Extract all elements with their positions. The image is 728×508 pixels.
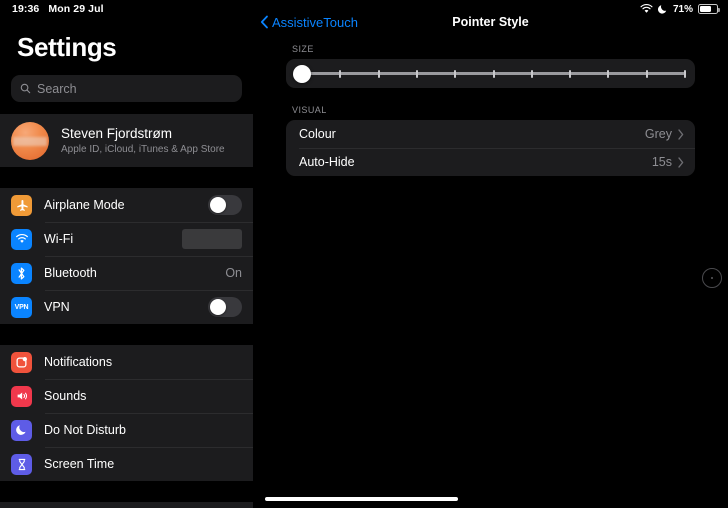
notifications-icon bbox=[11, 351, 32, 373]
search-icon bbox=[20, 83, 31, 94]
hourglass-icon bbox=[11, 453, 32, 475]
ipad-settings-screen: 19:36 Mon 29 Jul 71% Settings Search Ste… bbox=[0, 0, 728, 508]
crescent-moon-icon bbox=[658, 5, 667, 14]
sidebar-group-system: General Control Centre AA Display & Brig… bbox=[0, 502, 253, 508]
sidebar-item-label: VPN bbox=[44, 300, 70, 314]
slider-tick bbox=[684, 69, 686, 78]
sidebar-item-vpn[interactable]: VPN VPN bbox=[0, 290, 253, 324]
slider-tick bbox=[530, 69, 533, 78]
row-colour[interactable]: Colour Grey bbox=[286, 120, 695, 148]
chevron-right-icon bbox=[678, 156, 684, 168]
pointer-circle-preview bbox=[702, 268, 722, 288]
slider-thumb[interactable] bbox=[293, 64, 311, 83]
sidebar-group-connectivity: Airplane Mode Wi-Fi Bluetooth On VPN VPN bbox=[0, 188, 253, 324]
account-group: Steven Fjordstrøm Apple ID, iCloud, iTun… bbox=[0, 114, 253, 167]
airplane-icon bbox=[11, 194, 32, 216]
row-label: Colour bbox=[299, 127, 336, 141]
account-subtitle: Apple ID, iCloud, iTunes & App Store bbox=[61, 144, 225, 156]
speaker-icon bbox=[11, 385, 32, 407]
battery-icon bbox=[698, 4, 720, 14]
visual-section-card: Colour Grey Auto-Hide 15s bbox=[286, 120, 695, 176]
size-section-header: SIZE bbox=[292, 44, 314, 54]
sidebar-item-label: Screen Time bbox=[44, 457, 115, 471]
sidebar-item-label: Airplane Mode bbox=[44, 198, 125, 212]
slider-tick bbox=[454, 69, 457, 78]
sidebar-item-apple-id[interactable]: Steven Fjordstrøm Apple ID, iCloud, iTun… bbox=[0, 114, 253, 167]
bluetooth-icon bbox=[11, 262, 32, 284]
status-date: Mon 29 Jul bbox=[48, 3, 104, 15]
sidebar-item-label: Notifications bbox=[44, 355, 113, 369]
status-bar-left: 19:36 Mon 29 Jul bbox=[12, 3, 104, 15]
airplane-mode-toggle[interactable] bbox=[208, 195, 242, 215]
sidebar-item-screen-time[interactable]: Screen Time bbox=[0, 447, 253, 481]
crescent-moon-icon bbox=[11, 419, 32, 441]
sidebar-item-wifi[interactable]: Wi-Fi bbox=[0, 222, 253, 256]
slider-tick bbox=[607, 69, 610, 78]
pointer-size-slider[interactable] bbox=[292, 63, 689, 85]
sidebar-item-label: Do Not Disturb bbox=[44, 423, 126, 437]
search-container: Search bbox=[0, 63, 253, 114]
status-bar-right: 71% bbox=[640, 3, 720, 15]
account-name: Steven Fjordstrøm bbox=[61, 125, 173, 141]
home-indicator[interactable] bbox=[265, 497, 458, 501]
settings-sidebar[interactable]: Settings Search Steven Fjordstrøm Apple … bbox=[0, 0, 253, 508]
battery-percent: 71% bbox=[672, 3, 693, 15]
sidebar-item-label: Bluetooth bbox=[44, 266, 97, 280]
slider-tick bbox=[569, 69, 572, 78]
row-label: Auto-Hide bbox=[299, 155, 355, 169]
sidebar-item-do-not-disturb[interactable]: Do Not Disturb bbox=[0, 413, 253, 447]
search-input[interactable]: Search bbox=[11, 75, 242, 102]
chevron-right-icon bbox=[678, 128, 684, 140]
sidebar-item-label: Wi-Fi bbox=[44, 232, 74, 246]
status-time: 19:36 bbox=[12, 3, 40, 15]
wifi-icon bbox=[11, 228, 32, 250]
sidebar-item-sounds[interactable]: Sounds bbox=[0, 379, 253, 413]
visual-section-header: VISUAL bbox=[292, 105, 327, 115]
sidebar-item-label: Sounds bbox=[44, 389, 87, 403]
status-bar: 19:36 Mon 29 Jul 71% bbox=[0, 0, 728, 18]
slider-tick bbox=[645, 69, 648, 78]
slider-tick bbox=[415, 69, 418, 78]
slider-tick bbox=[339, 69, 342, 78]
bluetooth-status: On bbox=[225, 266, 242, 280]
sidebar-item-notifications[interactable]: Notifications bbox=[0, 345, 253, 379]
pointer-centre-dot bbox=[711, 277, 713, 279]
slider-tick bbox=[377, 69, 380, 78]
row-value: 15s bbox=[651, 155, 672, 169]
search-placeholder: Search bbox=[37, 81, 77, 96]
sidebar-item-general[interactable]: General bbox=[0, 502, 253, 508]
sidebar-item-bluetooth[interactable]: Bluetooth On bbox=[0, 256, 253, 290]
row-auto-hide[interactable]: Auto-Hide 15s bbox=[286, 148, 695, 176]
avatar bbox=[11, 121, 49, 160]
detail-pane: AssistiveTouch Pointer Style SIZE VISUAL… bbox=[253, 0, 728, 508]
row-value: Grey bbox=[644, 127, 672, 141]
wifi-icon bbox=[640, 4, 653, 13]
vpn-toggle[interactable] bbox=[208, 297, 242, 317]
vpn-icon: VPN bbox=[11, 296, 32, 318]
sidebar-group-alerts: Notifications Sounds Do Not Disturb Scre… bbox=[0, 345, 253, 481]
wifi-network-redacted bbox=[182, 229, 242, 249]
sidebar-item-airplane-mode[interactable]: Airplane Mode bbox=[0, 188, 253, 222]
size-slider-card[interactable] bbox=[286, 59, 695, 88]
slider-tick bbox=[492, 69, 495, 78]
